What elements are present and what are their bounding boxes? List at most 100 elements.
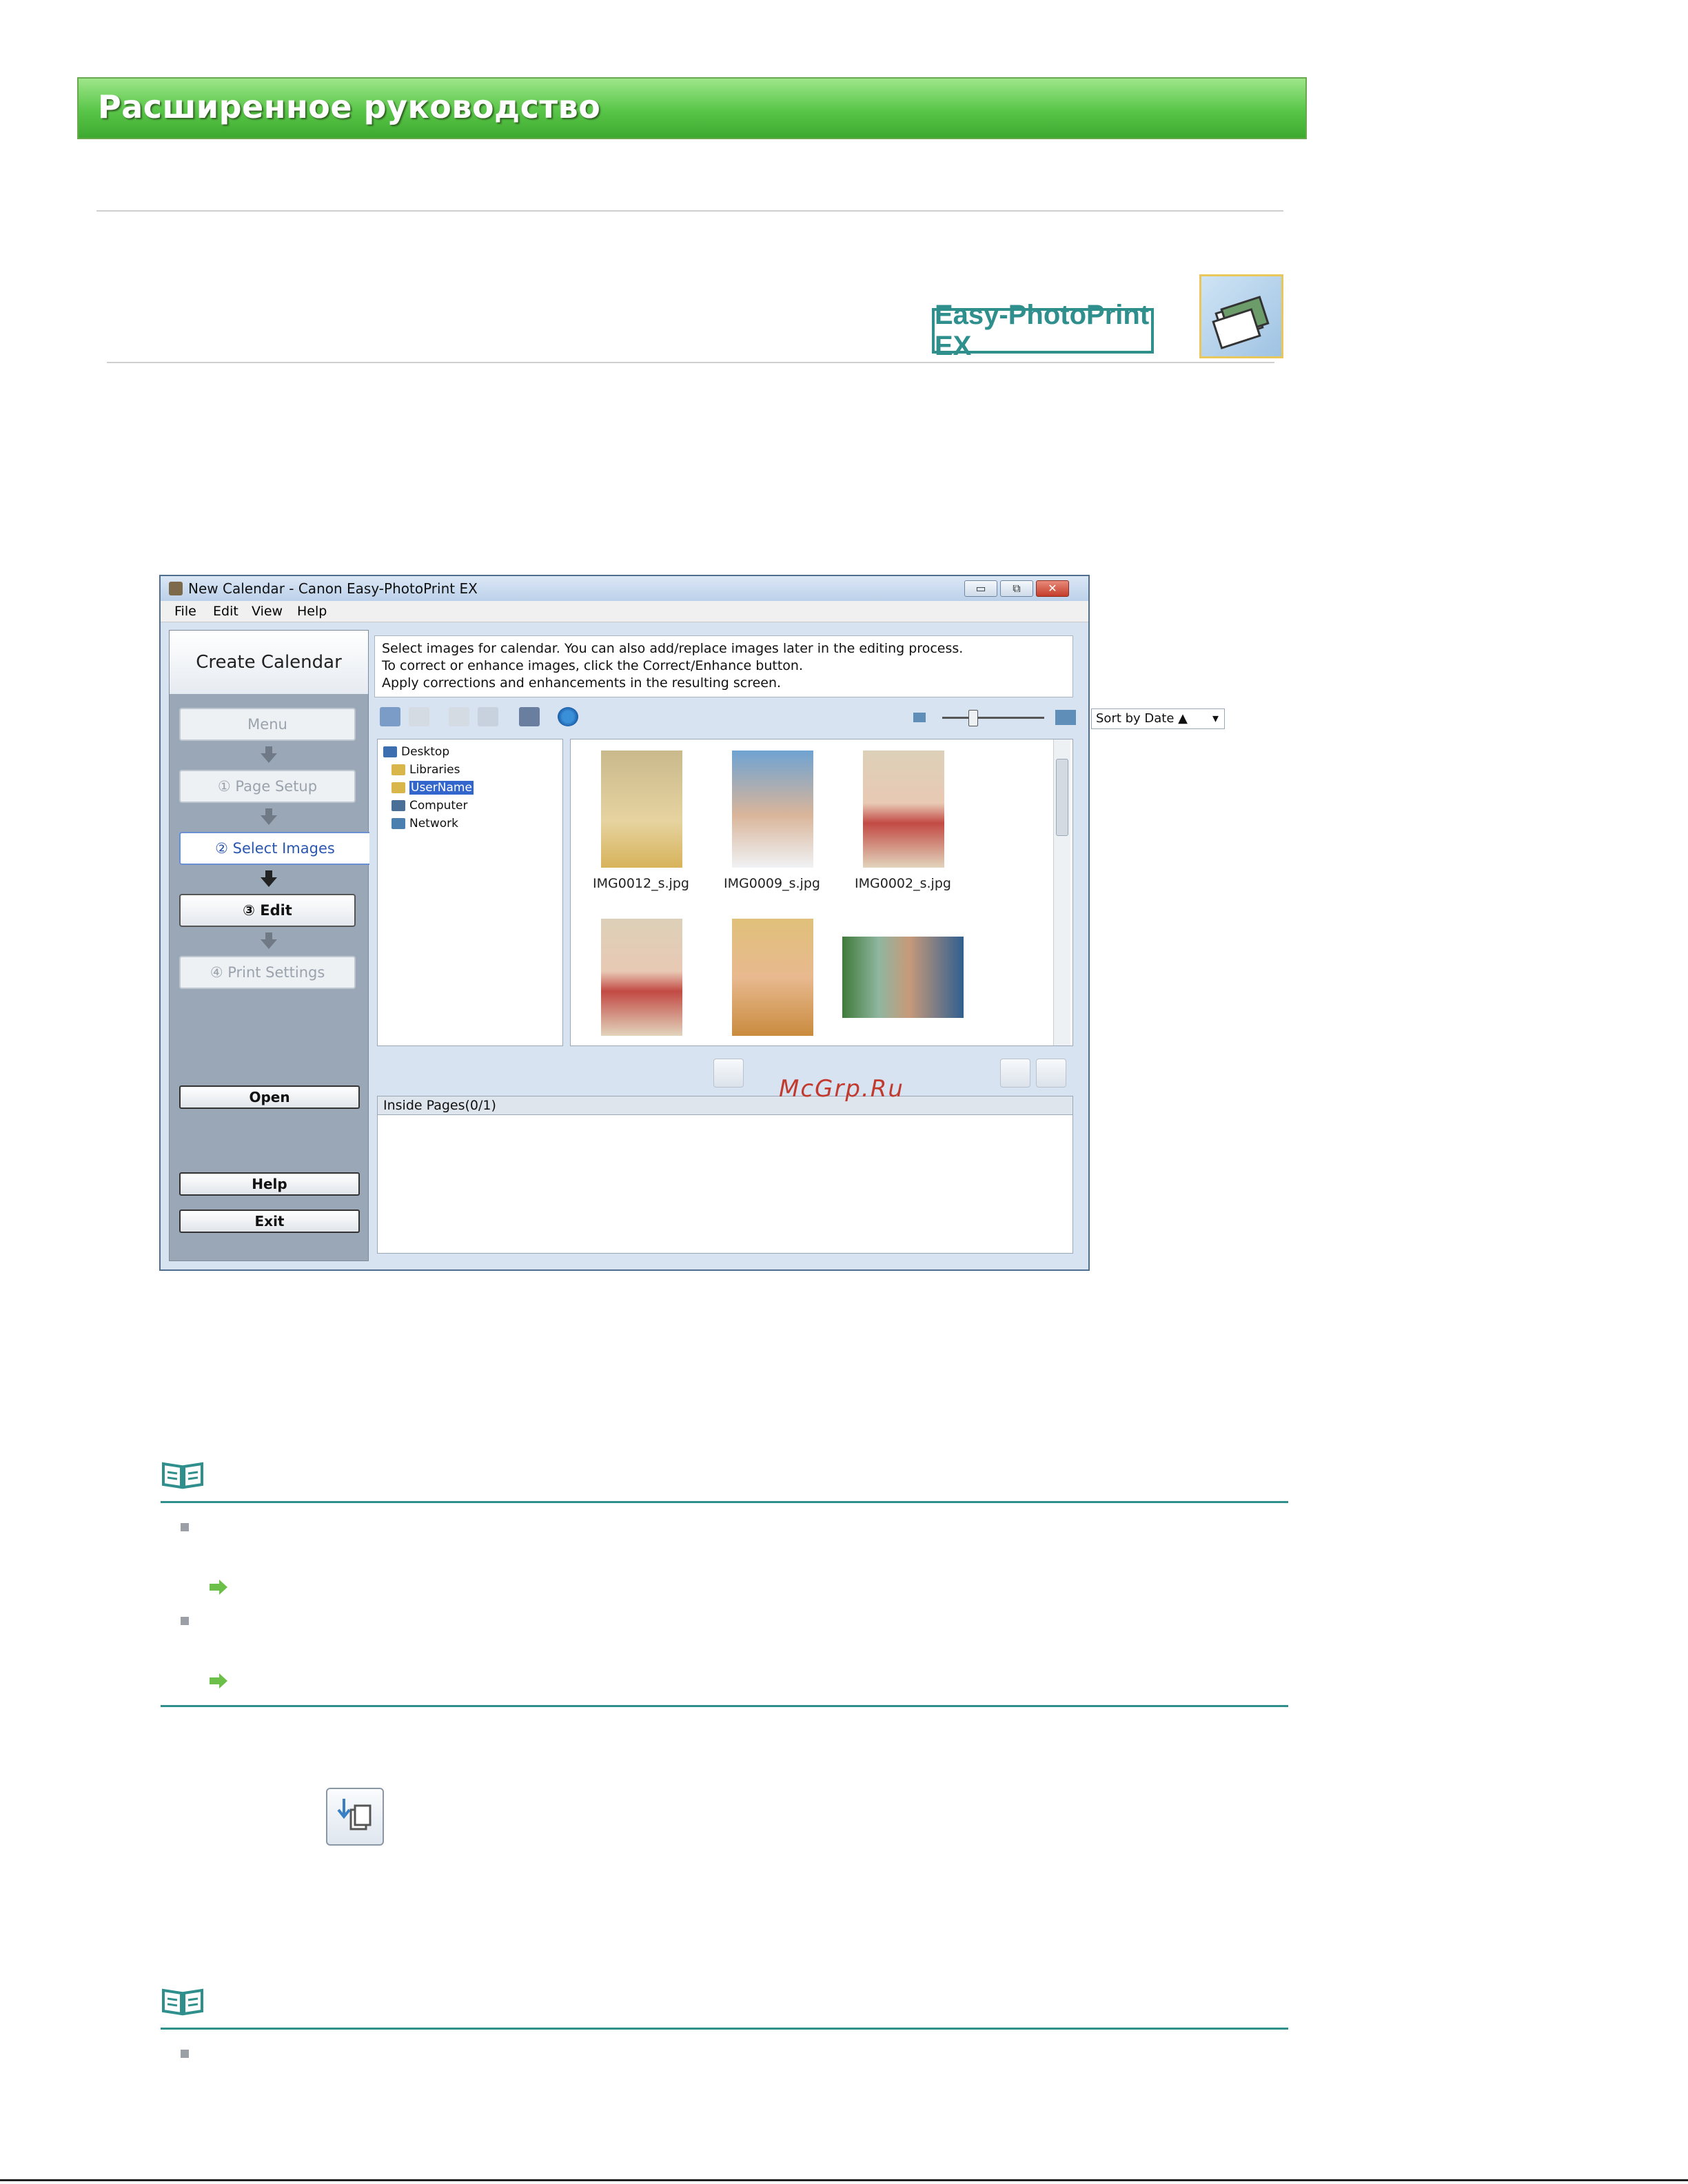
window-title: New Calendar - Canon Easy-PhotoPrint EX	[188, 580, 478, 597]
scrollbar-thumb[interactable]	[1056, 759, 1068, 836]
instruction-line: To correct or enhance images, click the …	[382, 658, 803, 673]
user-folder-icon	[392, 782, 405, 793]
tree-item-network[interactable]: Network	[392, 815, 458, 832]
zoom-slider-track[interactable]	[942, 717, 1044, 719]
photo-thumbnail[interactable]	[842, 937, 964, 1018]
special-filters-icon[interactable]	[519, 707, 540, 726]
instructions-box: Select images for calendar. You can also…	[374, 635, 1073, 697]
photo-thumbnail[interactable]	[601, 919, 682, 1036]
bullet-icon	[181, 1523, 189, 1531]
bullet-icon	[181, 1617, 189, 1625]
select-images-button[interactable]: ② Select Images	[179, 832, 369, 865]
move-up-button[interactable]	[1000, 1059, 1030, 1088]
add-image-button[interactable]	[713, 1059, 744, 1088]
tree-item-desktop[interactable]: Desktop	[383, 744, 449, 760]
vertical-scrollbar[interactable]	[1053, 739, 1070, 1045]
photo-thumbnail[interactable]	[732, 919, 813, 1036]
step-arrow	[261, 877, 277, 887]
window-titlebar: New Calendar - Canon Easy-PhotoPrint EX …	[161, 576, 1088, 601]
menu-edit[interactable]: Edit	[213, 604, 238, 619]
network-icon	[392, 818, 405, 829]
bullet-icon	[181, 2050, 189, 2058]
remove-image-button[interactable]	[1036, 1059, 1066, 1088]
correct-enhance-icon[interactable]	[449, 707, 469, 726]
add-image-icon	[326, 1788, 384, 1846]
tree-item-label: UserName	[409, 781, 474, 795]
banner-title: Расширенное руководство	[98, 88, 601, 125]
deselect-all-icon[interactable]	[409, 707, 429, 726]
folder-icon	[392, 764, 405, 775]
step-arrow	[261, 939, 277, 949]
thumbnail-caption: IMG0009_s.jpg	[724, 876, 820, 891]
menu-help[interactable]: Help	[297, 604, 327, 619]
menu-file[interactable]: File	[174, 604, 196, 619]
restore-button[interactable]: ⧉	[1000, 580, 1033, 597]
preview-icon[interactable]	[478, 707, 498, 726]
watermark: McGrp.Ru	[779, 1075, 904, 1103]
help-button[interactable]: Help	[179, 1172, 360, 1196]
tree-item-label: Libraries	[409, 763, 460, 777]
zoom-slider-thumb[interactable]	[968, 710, 978, 726]
step-arrow	[261, 815, 277, 825]
photo-thumbnail[interactable]	[732, 751, 813, 868]
step-arrow	[265, 932, 272, 939]
print-settings-button[interactable]: ④ Print Settings	[179, 956, 356, 989]
link-arrow-icon[interactable]	[208, 1672, 229, 1690]
divider	[107, 362, 1274, 363]
thumbnail-area: IMG0012_s.jpg IMG0009_s.jpg IMG0002_s.jp…	[570, 739, 1073, 1046]
divider	[96, 210, 1283, 212]
step-arrow	[265, 870, 272, 877]
menu-button[interactable]: Menu	[179, 708, 356, 741]
page-banner: Расширенное руководство	[77, 77, 1307, 139]
product-logo: Easy-PhotoPrint EX	[932, 300, 1154, 361]
desktop-icon	[383, 746, 397, 757]
note-divider	[161, 1501, 1288, 1503]
small-thumb-icon	[913, 713, 926, 722]
photoprint-stack-icon	[1199, 274, 1283, 358]
instruction-line: Select images for calendar. You can also…	[382, 641, 964, 656]
chevron-down-icon: ▾	[1212, 711, 1219, 726]
panel-title: Create Calendar	[170, 631, 368, 694]
inside-pages-area	[377, 1114, 1073, 1254]
page-setup-button[interactable]: ① Page Setup	[179, 770, 356, 803]
computer-icon	[392, 800, 405, 811]
tree-item-label: Desktop	[401, 745, 450, 759]
app-window: New Calendar - Canon Easy-PhotoPrint EX …	[159, 575, 1225, 1271]
tree-item-label: Computer	[409, 799, 468, 813]
steps-panel: Create Calendar Menu ① Page Setup ② Sele…	[169, 630, 369, 1261]
instruction-line: Apply corrections and enhancements in th…	[382, 675, 782, 691]
select-all-icon[interactable]	[380, 707, 400, 726]
tree-item-label: Network	[409, 817, 458, 830]
tree-item-libraries[interactable]: Libraries	[392, 762, 460, 778]
tree-item-username[interactable]: UserName	[392, 779, 474, 796]
photo-thumbnail[interactable]	[601, 751, 682, 868]
tree-item-computer[interactable]: Computer	[392, 797, 468, 814]
open-button[interactable]: Open	[179, 1085, 360, 1109]
exit-button[interactable]: Exit	[179, 1210, 360, 1233]
link-arrow-icon[interactable]	[208, 1578, 229, 1596]
minimize-button[interactable]: ▭	[964, 580, 997, 597]
app-icon	[169, 582, 183, 595]
close-button[interactable]: ✕	[1036, 580, 1069, 597]
note-icon	[161, 1460, 205, 1490]
thumbnail-caption: IMG0012_s.jpg	[593, 876, 689, 891]
note-icon	[161, 1986, 205, 2017]
sort-dropdown[interactable]: Sort by Date ▲ ▾	[1091, 708, 1225, 729]
step-arrow	[265, 746, 272, 753]
folder-tree: Desktop Libraries UserName Computer Netw…	[377, 739, 563, 1046]
photo-thumbnail[interactable]	[863, 751, 944, 868]
note-divider	[161, 1705, 1288, 1707]
note-divider	[161, 2028, 1288, 2030]
page-footer-line	[0, 2179, 1688, 2181]
step-arrow	[265, 808, 272, 815]
edit-button[interactable]: ③ Edit	[179, 894, 356, 927]
sort-label: Sort by Date ▲	[1096, 711, 1188, 726]
step-arrow	[261, 753, 277, 763]
menu-bar: File Edit View Help	[161, 601, 1088, 622]
large-thumb-icon	[1055, 710, 1076, 725]
inside-pages-header: Inside Pages(0/1)	[377, 1096, 1073, 1115]
menu-view[interactable]: View	[252, 604, 283, 619]
image-toolbar: Sort by Date ▲ ▾	[374, 704, 1225, 732]
thumbnail-caption: IMG0002_s.jpg	[855, 876, 951, 891]
globe-icon[interactable]	[558, 707, 578, 726]
